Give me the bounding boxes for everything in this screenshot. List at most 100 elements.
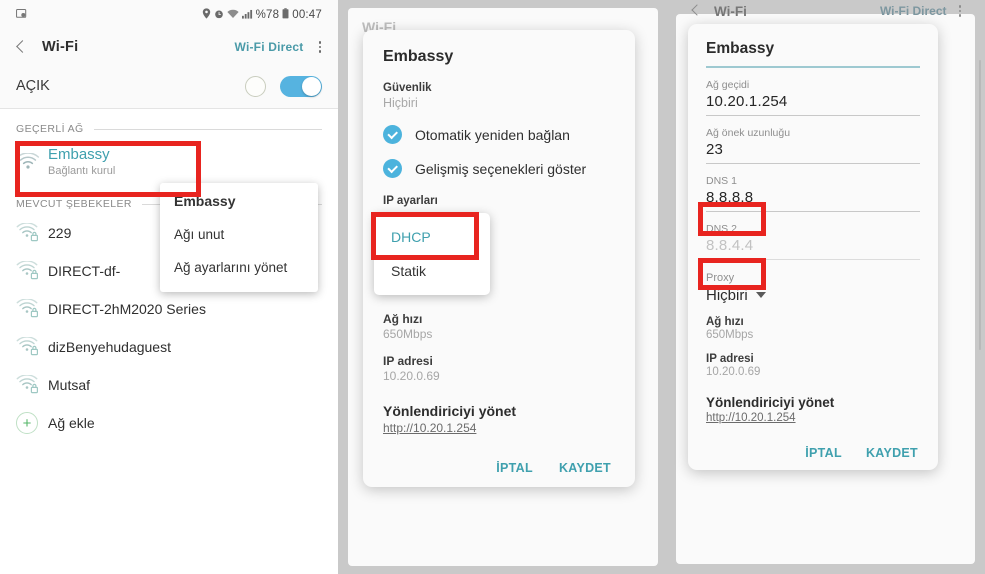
wifi-toggle-switch[interactable] <box>280 75 322 97</box>
wifi-signal-icon <box>226 9 239 22</box>
manage-router-title: Yönlendiriciyi yönet <box>706 394 835 410</box>
manage-router-link[interactable]: http://10.20.1.254 <box>383 421 615 435</box>
network-row[interactable]: dizBenyehudaguest <box>0 328 338 366</box>
detail-value: 650Mbps <box>706 328 754 341</box>
field-prefix-length[interactable]: Ağ önek uzunluğu 23 <box>706 127 920 164</box>
wifi-lock-icon <box>16 299 48 319</box>
cancel-button[interactable]: İPTAL <box>496 461 533 475</box>
field-dns-2[interactable]: DNS 2 8.8.4.4 <box>706 223 920 260</box>
dialog-actions: İPTAL KAYDET <box>383 461 615 475</box>
save-button[interactable]: KAYDET <box>559 461 611 475</box>
network-name: 229 <box>48 225 72 241</box>
location-icon <box>202 8 211 22</box>
field-label: Ağ geçidi <box>706 78 750 91</box>
panel-static-ip-settings: Wi-Fi Wi-Fi Direct Embassy Ağ geçidi 10.… <box>668 0 985 574</box>
wifi-lock-icon <box>16 337 48 357</box>
manage-router-link[interactable]: http://10.20.1.254 <box>706 412 920 424</box>
context-menu-title: Embassy <box>174 193 236 209</box>
status-bar: %78 00:47 <box>0 0 338 30</box>
dropdown-option-dhcp[interactable]: DHCP <box>374 220 490 254</box>
cancel-button[interactable]: İPTAL <box>805 446 842 460</box>
panel-network-details: Wi-Fi Embassy Güvenlik Hiçbiri Otomatik … <box>338 0 668 574</box>
network-status: Bağlantı kurul <box>48 165 116 177</box>
network-text: DIRECT-2hM2020 Series <box>48 301 206 317</box>
available-networks-header-label: MEVCUT ŞEBEKELER <box>16 198 132 210</box>
field-value[interactable]: 8.8.8.8 <box>706 189 920 206</box>
checkbox-row-show-advanced[interactable]: Gelişmiş seçenekleri göster <box>383 159 615 178</box>
network-text: Mutsaf <box>48 377 90 393</box>
proxy-select[interactable]: Hiçbiri <box>706 287 920 304</box>
network-name: Embassy <box>48 146 110 163</box>
back-chevron-icon[interactable] <box>690 5 702 17</box>
current-network-section-header: GEÇERLİ AĞ <box>0 109 338 139</box>
field-dns-1[interactable]: DNS 1 8.8.8.8 <box>706 175 920 212</box>
network-name: dizBenyehudaguest <box>48 339 171 355</box>
network-context-menu[interactable]: Embassy Ağı unut Ağ ayarlarını yönet <box>160 183 318 292</box>
screenshot-root: %78 00:47 Wi-Fi Wi-Fi Direct AÇIK GEÇERL… <box>0 0 985 574</box>
detail-key: Ağ hızı <box>383 312 423 326</box>
context-menu-item-forget[interactable]: Ağı unut <box>160 218 318 251</box>
alarm-icon <box>214 9 224 22</box>
save-button[interactable]: KAYDET <box>866 446 918 460</box>
network-row[interactable]: DIRECT-2hM2020 Series <box>0 290 338 328</box>
manage-router-block[interactable]: Yönlendiriciyi yönet http://10.20.1.254 <box>383 403 615 435</box>
detail-key: IP adresi <box>383 354 433 368</box>
ip-settings-dropdown[interactable]: DHCP Statik <box>374 213 490 295</box>
detail-ip-address: IP adresi 10.20.0.69 <box>706 353 920 378</box>
title-underline <box>706 66 920 68</box>
wifi-direct-button[interactable]: Wi-Fi Direct <box>880 4 947 18</box>
wifi-icon <box>16 152 48 171</box>
kebab-menu-icon[interactable] <box>958 5 961 17</box>
scan-circle-icon[interactable] <box>245 75 266 97</box>
network-row-embassy[interactable]: Embassy Bağlantı kurul <box>0 139 338 184</box>
underlying-app-bar: Wi-Fi Wi-Fi Direct <box>676 0 975 22</box>
clock-label: 00:47 <box>292 9 322 21</box>
security-label: Güvenlik <box>383 82 432 94</box>
manage-router-block[interactable]: Yönlendiriciyi yönet http://10.20.1.254 <box>706 395 920 424</box>
checkbox-label: Otomatik yeniden bağlan <box>415 126 570 143</box>
proxy-label: Proxy <box>706 271 735 284</box>
field-label: DNS 1 <box>706 174 737 187</box>
field-value[interactable]: 10.20.1.254 <box>706 93 920 110</box>
detail-key: IP adresi <box>706 352 754 365</box>
battery-icon <box>282 8 289 22</box>
dialog-actions: İPTAL KAYDET <box>706 446 920 460</box>
page-title: Wi-Fi <box>42 39 79 55</box>
network-text-embassy: Embassy Bağlantı kurul <box>48 146 115 177</box>
field-value[interactable]: 23 <box>706 141 920 158</box>
wifi-toggle-row[interactable]: AÇIK <box>0 64 338 109</box>
add-network-row[interactable]: + Ağ ekle <box>0 404 338 442</box>
proxy-block[interactable]: Proxy Hiçbiri <box>706 272 920 304</box>
field-gateway[interactable]: Ağ geçidi 10.20.1.254 <box>706 79 920 116</box>
dropdown-option-static[interactable]: Statik <box>374 254 490 288</box>
current-network-header-label: GEÇERLİ AĞ <box>16 123 84 135</box>
context-menu-item-manage[interactable]: Ağ ayarlarını yönet <box>160 251 318 284</box>
kebab-menu-icon[interactable] <box>316 39 325 55</box>
chevron-down-icon[interactable] <box>755 292 766 299</box>
back-chevron-icon[interactable] <box>14 40 28 54</box>
checkmark-icon[interactable] <box>383 125 402 144</box>
panel-wifi-list: %78 00:47 Wi-Fi Wi-Fi Direct AÇIK GEÇERL… <box>0 0 338 574</box>
section-divider <box>93 128 322 130</box>
battery-percent-label: %78 <box>255 9 280 21</box>
proxy-value-label: Hiçbiri <box>706 286 748 304</box>
wifi-lock-icon <box>16 223 48 243</box>
checkmark-icon[interactable] <box>383 159 402 178</box>
security-value: Hiçbiri <box>383 96 418 110</box>
checkbox-label: Gelişmiş seçenekleri göster <box>415 160 587 177</box>
plus-circle-icon: + <box>16 412 48 434</box>
network-name: Mutsaf <box>48 377 91 393</box>
network-name: DIRECT-df- <box>48 263 121 279</box>
status-bar-right: %78 00:47 <box>202 8 322 22</box>
vertical-scrollbar[interactable] <box>978 60 981 350</box>
field-value[interactable]: 8.8.4.4 <box>706 237 920 254</box>
app-bar-actions: Wi-Fi Direct <box>235 39 324 55</box>
dialog-title: Embassy <box>706 40 775 57</box>
detail-network-speed: Ağ hızı 650Mbps <box>706 316 920 341</box>
checkbox-row-auto-reconnect[interactable]: Otomatik yeniden bağlan <box>383 125 615 144</box>
network-name: DIRECT-2hM2020 Series <box>48 301 206 317</box>
field-label: Ağ önek uzunluğu <box>706 126 791 139</box>
wifi-direct-button[interactable]: Wi-Fi Direct <box>235 40 304 54</box>
screenshot-icon <box>16 8 27 22</box>
network-row[interactable]: Mutsaf <box>0 366 338 404</box>
